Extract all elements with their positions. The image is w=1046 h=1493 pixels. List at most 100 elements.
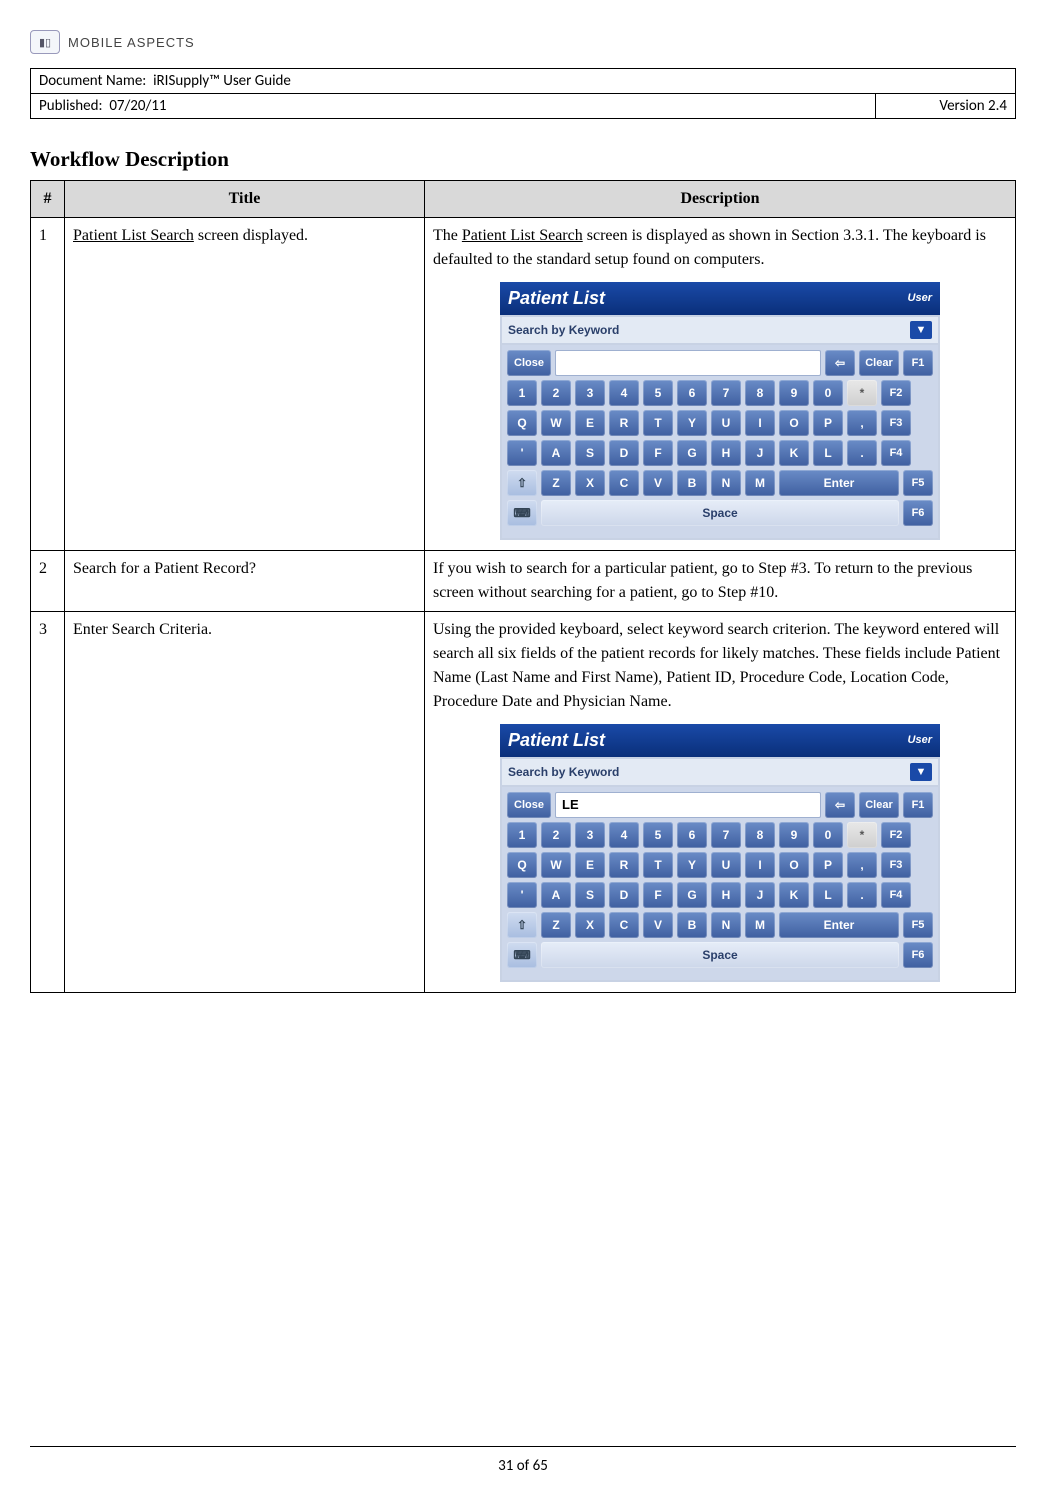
key-o[interactable]: O — [779, 852, 809, 878]
key-3[interactable]: 3 — [575, 380, 605, 406]
key-9[interactable]: 9 — [779, 380, 809, 406]
key-2[interactable]: 2 — [541, 822, 571, 848]
key-*[interactable]: * — [847, 380, 877, 406]
key-5[interactable]: 5 — [643, 380, 673, 406]
key-m[interactable]: M — [745, 470, 775, 496]
key-f[interactable]: F — [643, 882, 673, 908]
key-y[interactable]: Y — [677, 410, 707, 436]
key-h[interactable]: H — [711, 882, 741, 908]
key-d[interactable]: D — [609, 440, 639, 466]
key-h[interactable]: H — [711, 440, 741, 466]
key-8[interactable]: 8 — [745, 380, 775, 406]
key-o[interactable]: O — [779, 410, 809, 436]
key-k[interactable]: K — [779, 882, 809, 908]
key-4[interactable]: 4 — [609, 380, 639, 406]
f5-key[interactable]: F5 — [903, 470, 933, 496]
key-x[interactable]: X — [575, 912, 605, 938]
key-x[interactable]: X — [575, 470, 605, 496]
space-key[interactable]: Space — [541, 942, 899, 968]
key-d[interactable]: D — [609, 882, 639, 908]
key-n[interactable]: N — [711, 470, 741, 496]
key-i[interactable]: I — [745, 852, 775, 878]
key-0[interactable]: 0 — [813, 822, 843, 848]
clear-button[interactable]: Clear — [859, 792, 899, 818]
key-.[interactable]: . — [847, 882, 877, 908]
key-5[interactable]: 5 — [643, 822, 673, 848]
key-s[interactable]: S — [575, 440, 605, 466]
close-button[interactable]: Close — [507, 350, 551, 376]
key-w[interactable]: W — [541, 852, 571, 878]
key-1[interactable]: 1 — [507, 380, 537, 406]
key-j[interactable]: J — [745, 882, 775, 908]
key-6[interactable]: 6 — [677, 380, 707, 406]
key-s[interactable]: S — [575, 882, 605, 908]
key-t[interactable]: T — [643, 852, 673, 878]
dropdown-icon[interactable]: ▼ — [910, 321, 932, 339]
key-u[interactable]: U — [711, 410, 741, 436]
f5-key[interactable]: F5 — [903, 912, 933, 938]
key-,[interactable]: , — [847, 410, 877, 436]
key-0[interactable]: 0 — [813, 380, 843, 406]
key-.[interactable]: . — [847, 440, 877, 466]
key-l[interactable]: L — [813, 440, 843, 466]
key-i[interactable]: I — [745, 410, 775, 436]
f1-key[interactable]: F1 — [903, 792, 933, 818]
key-r[interactable]: R — [609, 410, 639, 436]
backspace-button[interactable]: ⇦ — [825, 792, 855, 818]
keyboard-icon[interactable]: ⌨ — [507, 942, 537, 968]
key-b[interactable]: B — [677, 470, 707, 496]
key-,[interactable]: , — [847, 852, 877, 878]
close-button[interactable]: Close — [507, 792, 551, 818]
key-'[interactable]: ' — [507, 882, 537, 908]
backspace-button[interactable]: ⇦ — [825, 350, 855, 376]
key-z[interactable]: Z — [541, 470, 571, 496]
key-7[interactable]: 7 — [711, 822, 741, 848]
key-f[interactable]: F — [643, 440, 673, 466]
key-8[interactable]: 8 — [745, 822, 775, 848]
key-e[interactable]: E — [575, 410, 605, 436]
key-3[interactable]: 3 — [575, 822, 605, 848]
key-*[interactable]: * — [847, 822, 877, 848]
dropdown-icon[interactable]: ▼ — [910, 763, 932, 781]
key-w[interactable]: W — [541, 410, 571, 436]
key-m[interactable]: M — [745, 912, 775, 938]
key-e[interactable]: E — [575, 852, 605, 878]
key-v[interactable]: V — [643, 912, 673, 938]
key-9[interactable]: 9 — [779, 822, 809, 848]
key-1[interactable]: 1 — [507, 822, 537, 848]
key-q[interactable]: Q — [507, 410, 537, 436]
key-a[interactable]: A — [541, 882, 571, 908]
key-q[interactable]: Q — [507, 852, 537, 878]
key-'[interactable]: ' — [507, 440, 537, 466]
clear-button[interactable]: Clear — [859, 350, 899, 376]
key-l[interactable]: L — [813, 882, 843, 908]
shift-key[interactable]: ⇧ — [507, 912, 537, 938]
key-n[interactable]: N — [711, 912, 741, 938]
key-p[interactable]: P — [813, 410, 843, 436]
key-2[interactable]: 2 — [541, 380, 571, 406]
keyboard-icon[interactable]: ⌨ — [507, 500, 537, 526]
f3-key[interactable]: F3 — [881, 410, 911, 436]
f2-key[interactable]: F2 — [881, 822, 911, 848]
f3-key[interactable]: F3 — [881, 852, 911, 878]
enter-key[interactable]: Enter — [779, 912, 899, 938]
key-v[interactable]: V — [643, 470, 673, 496]
key-t[interactable]: T — [643, 410, 673, 436]
key-a[interactable]: A — [541, 440, 571, 466]
f4-key[interactable]: F4 — [881, 882, 911, 908]
key-6[interactable]: 6 — [677, 822, 707, 848]
f6-key[interactable]: F6 — [903, 500, 933, 526]
f2-key[interactable]: F2 — [881, 380, 911, 406]
key-g[interactable]: G — [677, 440, 707, 466]
key-c[interactable]: C — [609, 912, 639, 938]
key-z[interactable]: Z — [541, 912, 571, 938]
key-p[interactable]: P — [813, 852, 843, 878]
key-j[interactable]: J — [745, 440, 775, 466]
key-c[interactable]: C — [609, 470, 639, 496]
f4-key[interactable]: F4 — [881, 440, 911, 466]
enter-key[interactable]: Enter — [779, 470, 899, 496]
key-y[interactable]: Y — [677, 852, 707, 878]
shift-key[interactable]: ⇧ — [507, 470, 537, 496]
f6-key[interactable]: F6 — [903, 942, 933, 968]
key-k[interactable]: K — [779, 440, 809, 466]
